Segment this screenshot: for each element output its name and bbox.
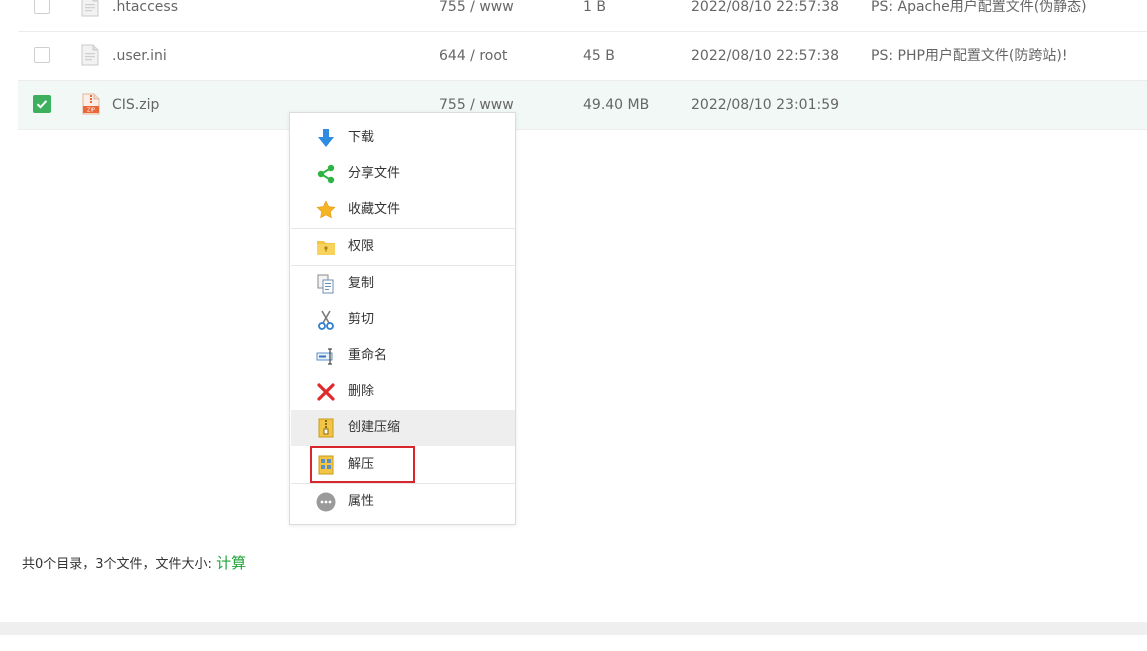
summary-text: 共0个目录，3个文件，文件大小:: [22, 557, 217, 572]
copy-icon: [316, 274, 336, 294]
file-size: 49.40 MB: [583, 97, 650, 113]
svg-text:ZIP: ZIP: [87, 108, 95, 114]
file-icon: [81, 44, 99, 70]
calculate-size-link[interactable]: 计算: [216, 554, 246, 572]
menu-item-download[interactable]: 下载: [291, 120, 515, 156]
menu-label: 复制: [348, 276, 375, 291]
zip-file-icon: ZIP: [81, 93, 101, 119]
file-summary: 共0个目录，3个文件，文件大小: 计算: [22, 552, 246, 576]
file-name[interactable]: .htaccess: [112, 0, 178, 17]
file-note: PS: PHP用户配置文件(防跨站)!: [871, 48, 1068, 64]
menu-label: 剪切: [348, 312, 375, 327]
menu-item-properties[interactable]: 属性: [291, 484, 515, 520]
file-table: .htaccess 755 / www 1 B 2022/08/10 22:57…: [18, 0, 1147, 130]
file-size: 1 B: [583, 0, 606, 15]
file-icon: [81, 0, 99, 21]
checkmark-icon: [36, 100, 48, 109]
compress-archive-icon: [316, 418, 336, 438]
menu-label: 下载: [348, 130, 375, 145]
row-checkbox[interactable]: [34, 47, 50, 63]
menu-item-permission[interactable]: 权限: [291, 229, 515, 265]
delete-x-icon: [316, 382, 336, 402]
file-permission[interactable]: 755 / www: [439, 0, 514, 17]
file-row-cis-zip[interactable]: ZIP CIS.zip 755 / www 49.40 MB 2022/08/1…: [18, 81, 1147, 130]
menu-item-delete[interactable]: 删除: [291, 374, 515, 410]
row-checkbox-checked[interactable]: [33, 95, 51, 113]
bottom-bar: [0, 622, 1147, 651]
menu-item-favorite[interactable]: 收藏文件: [291, 192, 515, 228]
file-modified-date: 2022/08/10 22:57:38: [691, 48, 840, 64]
menu-label: 分享文件: [348, 166, 401, 181]
menu-label: 重命名: [348, 348, 388, 363]
menu-item-rename[interactable]: 重命名: [291, 338, 515, 374]
menu-label: 权限: [348, 239, 375, 254]
file-permission[interactable]: 644 / root: [439, 46, 507, 66]
menu-item-share[interactable]: 分享文件: [291, 156, 515, 192]
scissors-icon: [316, 310, 336, 330]
star-icon: [316, 200, 336, 220]
share-icon: [316, 164, 336, 184]
file-note: PS: Apache用户配置文件(伪静态): [871, 0, 1087, 15]
folder-lock-icon: [316, 237, 336, 257]
menu-label: 收藏文件: [348, 202, 401, 217]
file-modified-date: 2022/08/10 22:57:38: [691, 0, 840, 15]
file-row-user-ini[interactable]: .user.ini 644 / root 45 B 2022/08/10 22:…: [18, 32, 1147, 81]
bottom-panel: [0, 635, 1147, 651]
file-size: 45 B: [583, 48, 615, 64]
menu-item-compress[interactable]: 创建压缩: [291, 410, 515, 446]
file-modified-date: 2022/08/10 23:01:59: [691, 97, 840, 113]
file-row-htaccess[interactable]: .htaccess 755 / www 1 B 2022/08/10 22:57…: [18, 0, 1147, 32]
highlight-box: [310, 446, 415, 483]
menu-item-copy[interactable]: 复制: [291, 266, 515, 302]
more-dots-icon: [316, 492, 336, 512]
rename-icon: [316, 346, 336, 366]
menu-item-cut[interactable]: 剪切: [291, 302, 515, 338]
file-name[interactable]: CIS.zip: [112, 95, 159, 115]
download-arrow-icon: [316, 128, 336, 148]
file-name[interactable]: .user.ini: [112, 46, 167, 66]
menu-label: 删除: [348, 384, 375, 399]
menu-label: 创建压缩: [348, 420, 401, 435]
menu-label: 属性: [348, 494, 375, 509]
row-checkbox[interactable]: [34, 0, 50, 14]
